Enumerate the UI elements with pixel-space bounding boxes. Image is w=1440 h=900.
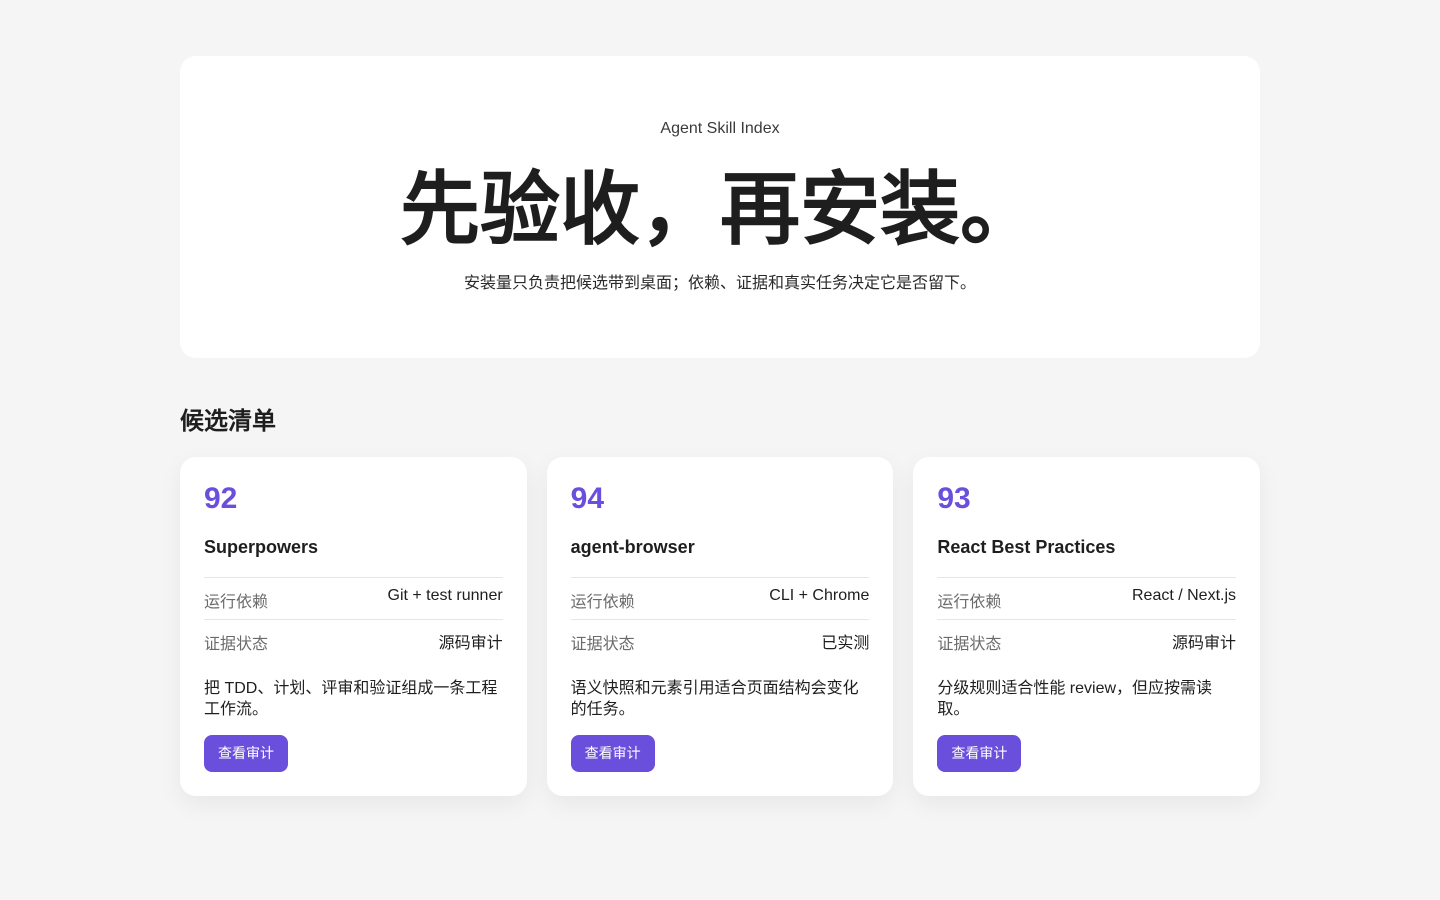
candidate-list: 92 Superpowers 运行依赖 Git + test runner 证据…: [180, 457, 1261, 796]
hero-title: 先验收，再安装。: [400, 165, 1040, 254]
evidence-value: 已实测: [821, 634, 870, 652]
evidence-value: 源码审计: [1172, 634, 1237, 652]
evidence-row: 证据状态 源码审计: [937, 619, 1237, 661]
dependency-label: 运行依赖: [204, 593, 269, 611]
dependency-label: 运行依赖: [570, 593, 635, 611]
hero-eyebrow: Agent Skill Index: [660, 120, 780, 137]
card-description: 语义快照和元素引用适合页面结构会变化的任务。: [570, 680, 859, 718]
card-description: 分级规则适合性能 review，但应按需读取。: [937, 680, 1213, 718]
card-name: Superpowers: [204, 537, 319, 557]
card-score: 93: [937, 482, 971, 515]
dependency-label: 运行依赖: [937, 593, 1002, 611]
evidence-value: 源码审计: [438, 634, 503, 652]
dependency-row: 运行依赖 CLI + Chrome: [570, 577, 870, 619]
view-audit-button[interactable]: 查看审计: [204, 735, 288, 772]
dependency-row: 运行依赖 Git + test runner: [204, 577, 503, 619]
card-score: 94: [570, 482, 605, 515]
candidate-card: 92 Superpowers 运行依赖 Git + test runner 证据…: [180, 457, 527, 796]
evidence-row: 证据状态 源码审计: [204, 619, 503, 661]
card-name: React Best Practices: [937, 537, 1116, 557]
dependency-value: CLI + Chrome: [769, 586, 870, 604]
dependency-value: React / Next.js: [1131, 586, 1237, 604]
page: Agent Skill Index 先验收，再安装。 安装量只负责把候选带到桌面…: [0, 0, 1440, 900]
card-score: 92: [204, 482, 238, 515]
evidence-label: 证据状态: [204, 635, 269, 653]
evidence-label: 证据状态: [570, 635, 635, 653]
dependency-row: 运行依赖 React / Next.js: [937, 577, 1237, 619]
candidate-card: 94 agent-browser 运行依赖 CLI + Chrome 证据状态 …: [546, 457, 894, 796]
evidence-label: 证据状态: [937, 635, 1002, 653]
evidence-row: 证据状态 已实测: [570, 619, 870, 661]
card-name: agent-browser: [570, 537, 695, 557]
section-heading: 候选清单: [180, 408, 276, 435]
view-audit-button[interactable]: 查看审计: [570, 735, 655, 772]
card-description: 把 TDD、计划、评审和验证组成一条工程工作流。: [204, 680, 498, 718]
candidate-card: 93 React Best Practices 运行依赖 React / Nex…: [913, 457, 1261, 796]
dependency-value: Git + test runner: [387, 586, 503, 604]
view-audit-button[interactable]: 查看审计: [937, 735, 1022, 772]
hero-subtitle: 安装量只负责把候选带到桌面；依赖、证据和真实任务决定它是否留下。: [463, 275, 976, 292]
hero-panel: Agent Skill Index 先验收，再安装。 安装量只负责把候选带到桌面…: [180, 56, 1260, 358]
